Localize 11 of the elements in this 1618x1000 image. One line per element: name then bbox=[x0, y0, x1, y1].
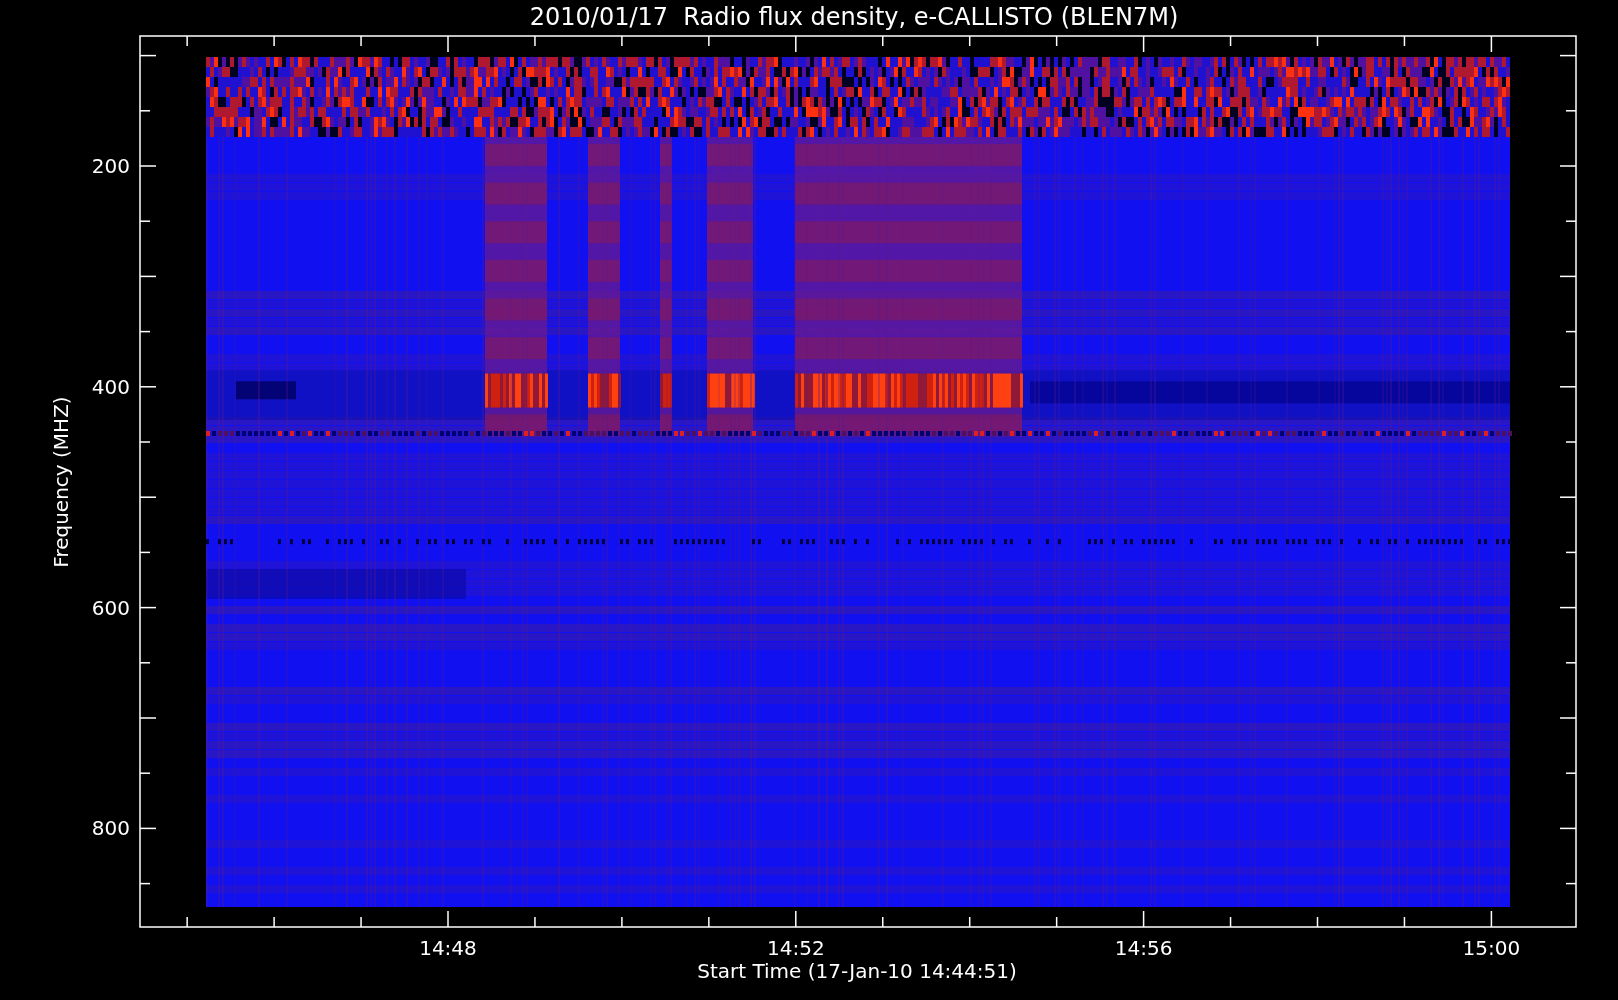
x-tick-label: 14:56 bbox=[1114, 936, 1173, 960]
x-tick-label: 14:52 bbox=[767, 936, 825, 960]
y-tick-label: 800 bbox=[91, 816, 130, 841]
x-tick-label: 14:48 bbox=[419, 936, 477, 960]
chart-title: 2010/01/17 Radio flux density, e-CALLISTO (BLEN7M) bbox=[529, 3, 1179, 31]
y-tick-label: 200 bbox=[91, 154, 130, 178]
y-tick-label: 600 bbox=[91, 595, 130, 620]
x-tick-label: 15:00 bbox=[1462, 936, 1521, 960]
x-axis-label: Start Time (17-Jan-10 14:44:51) bbox=[697, 959, 1017, 983]
y-axis-label: Frequency (MHZ) bbox=[49, 396, 73, 568]
y-tick-label: 400 bbox=[91, 374, 130, 399]
